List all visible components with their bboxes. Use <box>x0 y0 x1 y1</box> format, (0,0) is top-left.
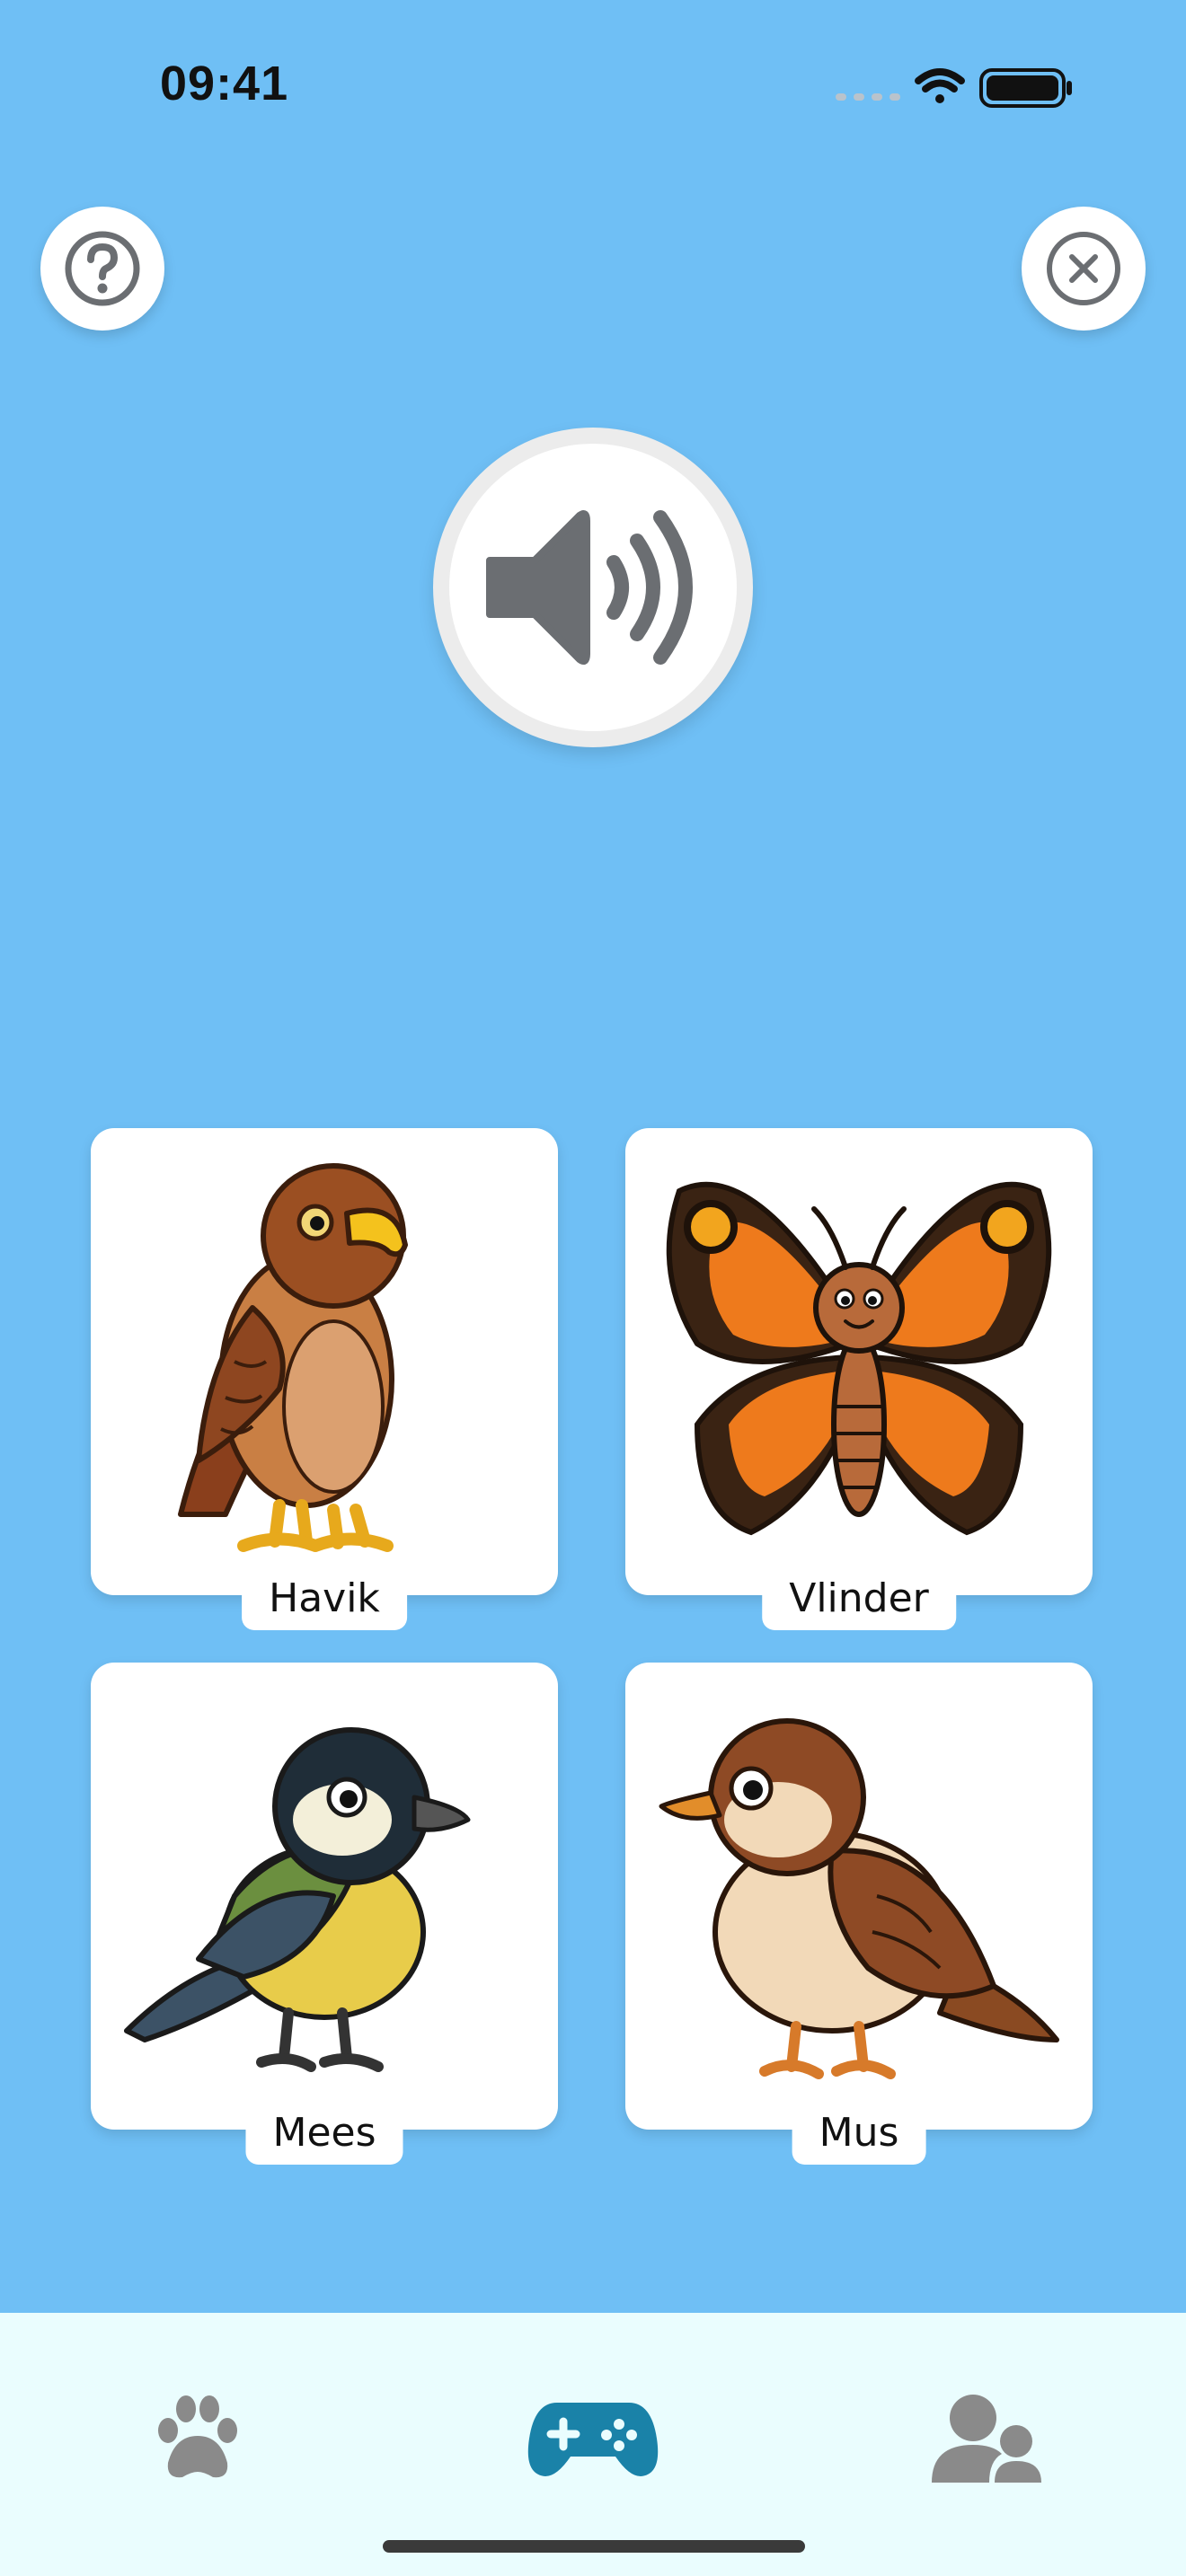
question-circle-icon <box>65 231 140 306</box>
answer-card-vlinder[interactable]: Vlinder <box>625 1128 1093 1630</box>
tab-bar <box>0 2313 1186 2576</box>
signal-icon <box>836 93 900 101</box>
status-icons <box>836 68 1072 108</box>
answer-card-label: Vlinder <box>762 1568 956 1630</box>
close-button[interactable] <box>1022 207 1146 331</box>
close-circle-icon <box>1047 232 1120 305</box>
home-indicator <box>383 2540 805 2553</box>
tab-profile[interactable] <box>898 2376 1078 2501</box>
speaker-wave-icon <box>486 510 693 665</box>
butterfly-image <box>666 1181 1052 1536</box>
status-bar: 09:41 <box>0 0 1186 171</box>
sparrow-image <box>659 1718 1059 2079</box>
answer-card-mees[interactable]: Mees <box>91 1663 558 2165</box>
play-sound-button-face <box>449 444 737 731</box>
help-button[interactable] <box>40 207 164 331</box>
wifi-icon <box>915 68 965 103</box>
answer-card-label: Mus <box>792 2103 926 2165</box>
gamepad-icon <box>527 2403 659 2476</box>
answer-card-mus[interactable]: Mus <box>625 1663 1093 2165</box>
hawk-image <box>178 1163 408 1552</box>
status-time: 09:41 <box>160 57 289 110</box>
answer-card-havik[interactable]: Havik <box>91 1128 558 1630</box>
tab-animals[interactable] <box>108 2376 288 2501</box>
battery-icon <box>979 68 1072 108</box>
play-sound-button[interactable] <box>433 428 753 747</box>
tab-games[interactable] <box>503 2376 683 2501</box>
paw-icon <box>158 2395 237 2478</box>
tit-bird-image <box>124 1727 471 2072</box>
profile-users-icon <box>932 2395 1041 2483</box>
answer-card-label: Havik <box>242 1568 407 1630</box>
answer-card-label: Mees <box>245 2103 403 2165</box>
